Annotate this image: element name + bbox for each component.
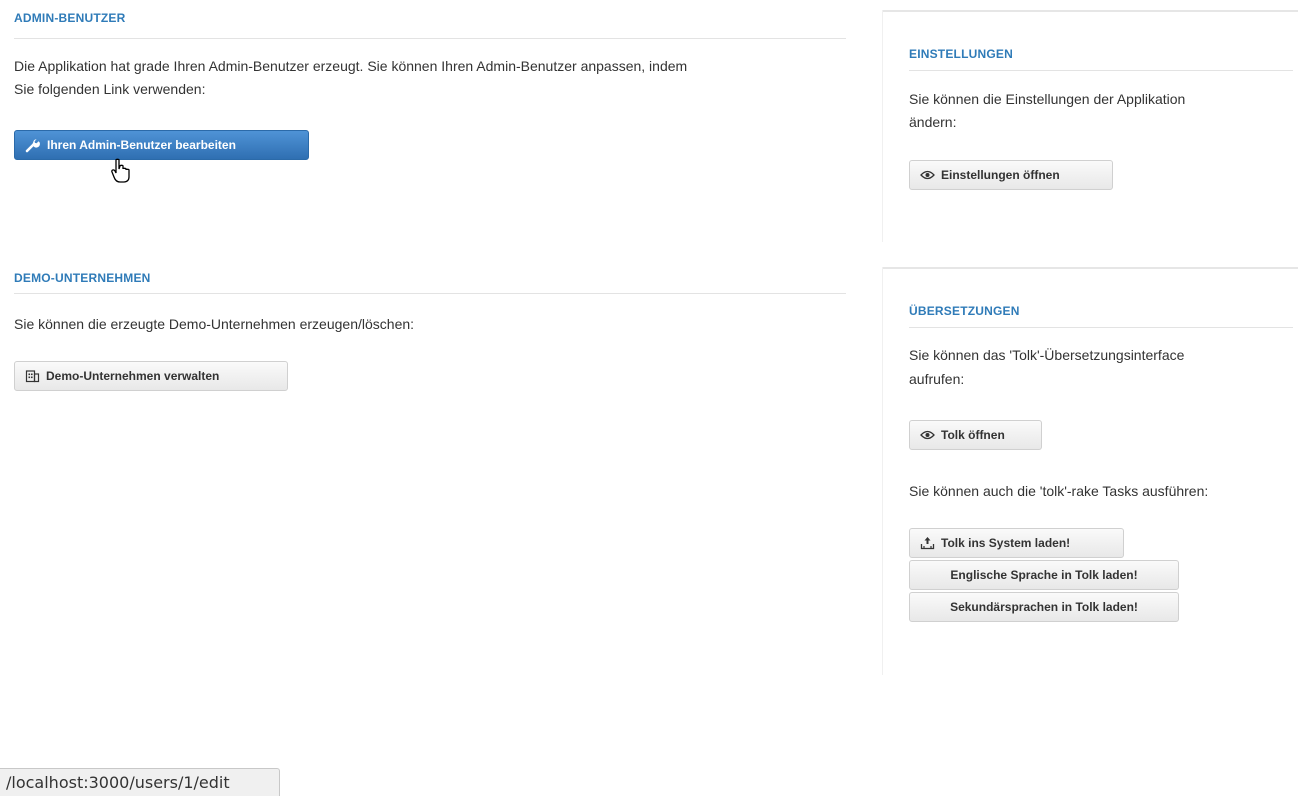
manage-demo-companies-button-label: Demo-Unternehmen verwalten: [46, 369, 220, 383]
eye-icon: [920, 430, 935, 440]
load-tolk-system-button-label: Tolk ins System laden!: [941, 536, 1071, 550]
settings-section-divider: [909, 70, 1293, 71]
open-settings-button[interactable]: Einstellungen öffnen: [909, 160, 1113, 190]
hand-cursor-icon: [110, 158, 138, 187]
demo-section-title: DEMO-UNTERNEHMEN: [14, 271, 151, 285]
load-english-tolk-button-label: Englische Sprache in Tolk laden!: [950, 568, 1138, 582]
browser-status-bar: /localhost:3000/users/1/edit: [0, 768, 280, 796]
settings-section-title: EINSTELLUNGEN: [909, 47, 1013, 61]
admin-section-text-line2: Sie folgenden Link verwenden:: [14, 81, 206, 97]
upload-icon: [920, 536, 935, 550]
edit-admin-user-button-label: Ihren Admin-Benutzer bearbeiten: [47, 138, 236, 152]
settings-section-text-line1: Sie können die Einstellungen der Applika…: [909, 91, 1186, 107]
translations-section-text-line1: Sie können das 'Tolk'-Übersetzungsinterf…: [909, 347, 1185, 363]
open-tolk-button-label: Tolk öffnen: [941, 428, 1005, 442]
load-secondary-languages-button-label: Sekundärsprachen in Tolk laden!: [950, 600, 1138, 614]
admin-section-divider: [14, 38, 846, 39]
status-bar-url: /localhost:3000/users/1/edit: [6, 773, 230, 792]
eye-icon: [920, 170, 935, 180]
translations-panel-left-border: [882, 267, 883, 675]
translations-section-title: ÜBERSETZUNGEN: [909, 304, 1020, 318]
load-english-tolk-button[interactable]: Englische Sprache in Tolk laden!: [909, 560, 1179, 590]
open-tolk-button[interactable]: Tolk öffnen: [909, 420, 1042, 450]
demo-section-divider: [14, 293, 846, 294]
edit-admin-user-button[interactable]: Ihren Admin-Benutzer bearbeiten: [14, 130, 309, 160]
load-tolk-system-button[interactable]: Tolk ins System laden!: [909, 528, 1124, 558]
demo-section-text: Sie können die erzeugte Demo-Unternehmen…: [14, 316, 415, 332]
settings-section-text-line2: ändern:: [909, 114, 957, 130]
open-settings-button-label: Einstellungen öffnen: [941, 168, 1060, 182]
admin-section-title: ADMIN-BENUTZER: [14, 11, 126, 25]
translations-section-text-line2: aufrufen:: [909, 371, 965, 387]
translations-section-divider: [909, 327, 1293, 328]
settings-panel-top-border: [882, 10, 1298, 12]
manage-demo-companies-button[interactable]: Demo-Unternehmen verwalten: [14, 361, 288, 391]
wrench-icon: [25, 137, 41, 153]
load-secondary-languages-button[interactable]: Sekundärsprachen in Tolk laden!: [909, 592, 1179, 622]
admin-section-text-line1: Die Applikation hat grade Ihren Admin-Be…: [14, 58, 688, 74]
translations-panel-top-border: [882, 267, 1298, 269]
company-icon: [25, 369, 40, 383]
settings-panel-left-border: [882, 10, 883, 242]
rake-tasks-text: Sie können auch die 'tolk'-rake Tasks au…: [909, 483, 1209, 499]
